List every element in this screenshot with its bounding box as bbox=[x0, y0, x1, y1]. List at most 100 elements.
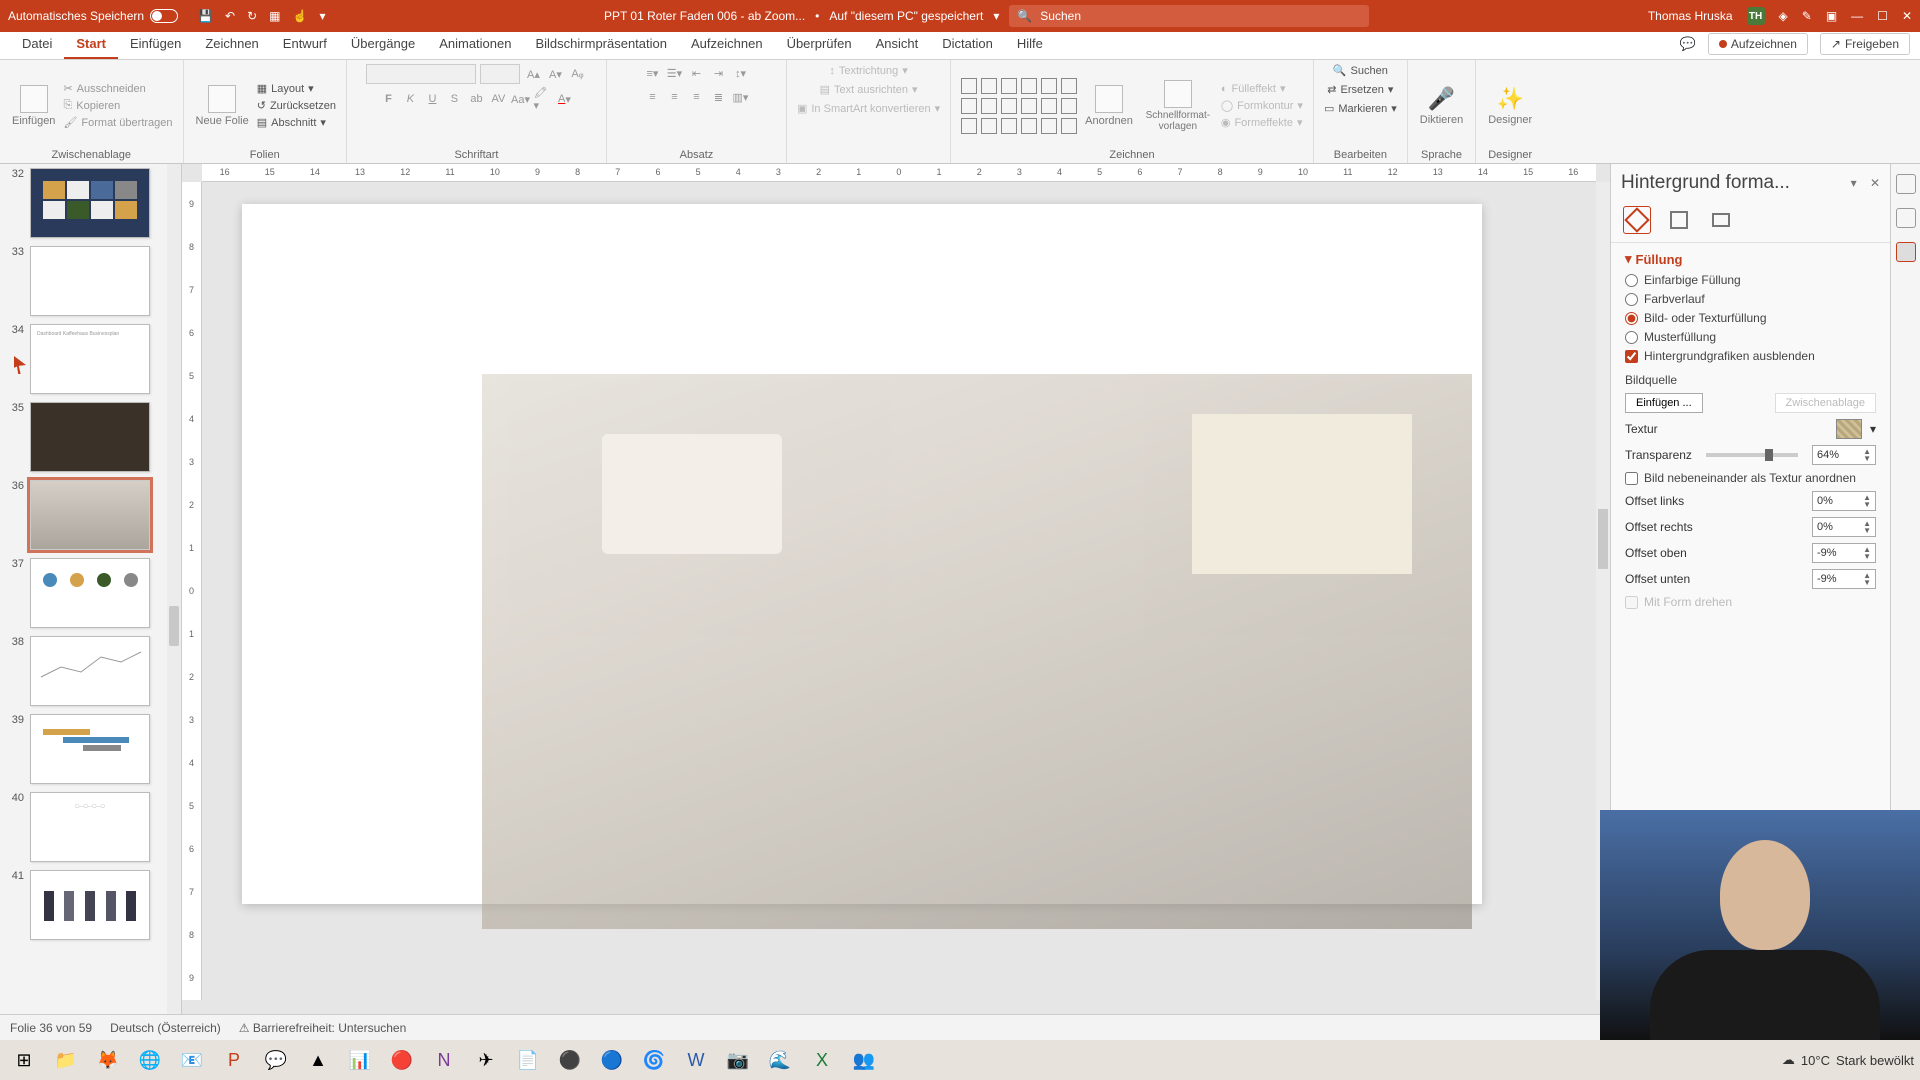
reset-button[interactable]: ↺ Zurücksetzen bbox=[257, 99, 336, 112]
autosave-toggle[interactable]: Automatisches Speichern bbox=[8, 9, 178, 23]
diamond-icon[interactable]: ◈ bbox=[1779, 9, 1788, 23]
window-icon[interactable]: ▣ bbox=[1826, 9, 1837, 23]
start-button[interactable]: ⊞ bbox=[6, 1044, 42, 1076]
paste-button[interactable]: Einfügen bbox=[10, 83, 57, 129]
maximize-icon[interactable]: ☐ bbox=[1877, 9, 1888, 23]
layout-button[interactable]: ▦ Layout ▾ bbox=[257, 82, 336, 95]
section-button[interactable]: ▤ Abschnitt ▾ bbox=[257, 116, 336, 129]
excel-icon[interactable]: X bbox=[804, 1044, 840, 1076]
comments-icon[interactable]: 💬 bbox=[1680, 36, 1696, 52]
explorer-icon[interactable]: 📁 bbox=[48, 1044, 84, 1076]
thumbs-scrollbar[interactable] bbox=[167, 164, 181, 1014]
format-painter-button[interactable]: 🖌 Format übertragen bbox=[63, 116, 172, 129]
radio-solid-fill[interactable]: Einfarbige Füllung bbox=[1625, 273, 1876, 287]
tab-slideshow[interactable]: Bildschirmpräsentation bbox=[523, 30, 679, 59]
close-icon[interactable]: ✕ bbox=[1902, 9, 1912, 23]
vlc-icon[interactable]: ▲ bbox=[300, 1044, 336, 1076]
checkbox-hide-bg[interactable]: Hintergrundgrafiken ausblenden bbox=[1625, 349, 1876, 363]
chevron-down-icon[interactable]: ▾ bbox=[1851, 176, 1857, 190]
fill-section-header[interactable]: ▾Füllung bbox=[1625, 251, 1876, 267]
slide-counter[interactable]: Folie 36 von 59 bbox=[10, 1021, 92, 1035]
thumb-33[interactable]: 33 bbox=[6, 246, 161, 316]
cut-button[interactable]: ✂ Ausschneiden bbox=[63, 82, 172, 95]
underline-icon[interactable]: U bbox=[423, 90, 441, 108]
obs-icon[interactable]: ⚫ bbox=[552, 1044, 588, 1076]
spacing-icon[interactable]: AV bbox=[489, 90, 507, 108]
language-status[interactable]: Deutsch (Österreich) bbox=[110, 1021, 221, 1035]
pane-tab-effects[interactable] bbox=[1665, 206, 1693, 234]
thumb-41[interactable]: 41 bbox=[6, 870, 161, 940]
tab-record[interactable]: Aufzeichnen bbox=[679, 30, 775, 59]
decrease-font-icon[interactable]: A▾ bbox=[546, 65, 564, 83]
arrange-button[interactable]: Anordnen bbox=[1083, 83, 1135, 129]
thumb-35[interactable]: 35 bbox=[6, 402, 161, 472]
text-direction-button[interactable]: ↕ Textrichtung ▾ bbox=[829, 64, 907, 77]
onenote-icon[interactable]: N bbox=[426, 1044, 462, 1076]
numbering-icon[interactable]: ☰▾ bbox=[665, 64, 683, 82]
replace-button[interactable]: ⇄ Ersetzen ▾ bbox=[1327, 83, 1393, 96]
shadow-icon[interactable]: ab bbox=[467, 90, 485, 108]
insert-image-button[interactable]: Einfügen ... bbox=[1625, 393, 1703, 413]
app-icon[interactable]: 💬 bbox=[258, 1044, 294, 1076]
increase-font-icon[interactable]: A▴ bbox=[524, 65, 542, 83]
offset-bottom-input[interactable]: -9%▲▼ bbox=[1812, 569, 1876, 589]
align-center-icon[interactable]: ≡ bbox=[665, 88, 683, 106]
touch-icon[interactable]: ☝ bbox=[293, 9, 308, 23]
slide-canvas[interactable] bbox=[242, 204, 1482, 904]
edge-icon[interactable]: 🌊 bbox=[762, 1044, 798, 1076]
teams-icon[interactable]: 👥 bbox=[846, 1044, 882, 1076]
bold-icon[interactable]: F bbox=[379, 90, 397, 108]
chrome-icon[interactable]: 🌐 bbox=[132, 1044, 168, 1076]
help-icon[interactable] bbox=[1896, 208, 1916, 228]
shapes-gallery[interactable] bbox=[961, 78, 1077, 134]
tab-animations[interactable]: Animationen bbox=[427, 30, 523, 59]
radio-gradient-fill[interactable]: Farbverlauf bbox=[1625, 292, 1876, 306]
columns-icon[interactable]: ▥▾ bbox=[731, 88, 749, 106]
find-button[interactable]: 🔍 Suchen bbox=[1333, 64, 1388, 77]
font-family-select[interactable] bbox=[366, 64, 476, 84]
format-pane-icon[interactable] bbox=[1896, 242, 1916, 262]
powerpoint-icon[interactable]: P bbox=[216, 1044, 252, 1076]
select-button[interactable]: ▭ Markieren ▾ bbox=[1324, 102, 1397, 115]
close-pane-icon[interactable]: ✕ bbox=[1870, 176, 1880, 190]
record-button[interactable]: Aufzeichnen bbox=[1708, 33, 1808, 55]
thumb-38[interactable]: 38 bbox=[6, 636, 161, 706]
thumb-34[interactable]: 34Dashboard Kaffeehaus Businessplan bbox=[6, 324, 161, 394]
new-slide-button[interactable]: Neue Folie bbox=[194, 83, 251, 129]
outlook-icon[interactable]: 📧 bbox=[174, 1044, 210, 1076]
tab-file[interactable]: Datei bbox=[10, 30, 64, 59]
weather-widget[interactable]: ☁ 10°C Stark bewölkt bbox=[1782, 1052, 1914, 1068]
save-status[interactable]: Auf "diesem PC" gespeichert bbox=[829, 9, 983, 23]
pane-tab-picture[interactable] bbox=[1707, 206, 1735, 234]
chevron-down-icon[interactable]: ▾ bbox=[993, 9, 999, 23]
indent-dec-icon[interactable]: ⇤ bbox=[687, 64, 705, 82]
present-icon[interactable]: ▦ bbox=[269, 9, 280, 23]
clear-fmt-icon[interactable]: Aᵩ bbox=[568, 65, 586, 83]
font-size-select[interactable] bbox=[480, 64, 520, 84]
shape-outline-button[interactable]: ◯ Formkontur ▾ bbox=[1221, 99, 1303, 112]
accessibility-status[interactable]: ⚠ Barrierefreiheit: Untersuchen bbox=[239, 1021, 407, 1035]
tab-help[interactable]: Hilfe bbox=[1005, 30, 1055, 59]
undo-icon[interactable]: ↶ bbox=[225, 9, 235, 23]
shape-effects-button[interactable]: ◉ Formeffekte ▾ bbox=[1221, 116, 1303, 129]
tab-view[interactable]: Ansicht bbox=[864, 30, 931, 59]
dictate-button[interactable]: 🎤Diktieren bbox=[1418, 84, 1465, 128]
thumb-37[interactable]: 37 bbox=[6, 558, 161, 628]
font-color-icon[interactable]: A▾ bbox=[555, 90, 573, 108]
align-right-icon[interactable]: ≡ bbox=[687, 88, 705, 106]
app-icon[interactable]: 📷 bbox=[720, 1044, 756, 1076]
app-icon[interactable]: 🔵 bbox=[594, 1044, 630, 1076]
offset-top-input[interactable]: -9%▲▼ bbox=[1812, 543, 1876, 563]
tab-dictation[interactable]: Dictation bbox=[930, 30, 1005, 59]
avatar[interactable]: TH bbox=[1747, 7, 1765, 25]
highlight-icon[interactable]: 🖍▾ bbox=[533, 90, 551, 108]
quick-styles-button[interactable]: Schnellformat-vorlagen bbox=[1141, 78, 1215, 134]
app-icon[interactable]: 📊 bbox=[342, 1044, 378, 1076]
justify-icon[interactable]: ≣ bbox=[709, 88, 727, 106]
filename[interactable]: PPT 01 Roter Faden 006 - ab Zoom... bbox=[604, 9, 805, 23]
user-name[interactable]: Thomas Hruska bbox=[1648, 9, 1733, 23]
text-align-button[interactable]: ▤ Text ausrichten ▾ bbox=[820, 83, 918, 96]
app-icon[interactable]: 📄 bbox=[510, 1044, 546, 1076]
telegram-icon[interactable]: ✈ bbox=[468, 1044, 504, 1076]
align-left-icon[interactable]: ≡ bbox=[643, 88, 661, 106]
